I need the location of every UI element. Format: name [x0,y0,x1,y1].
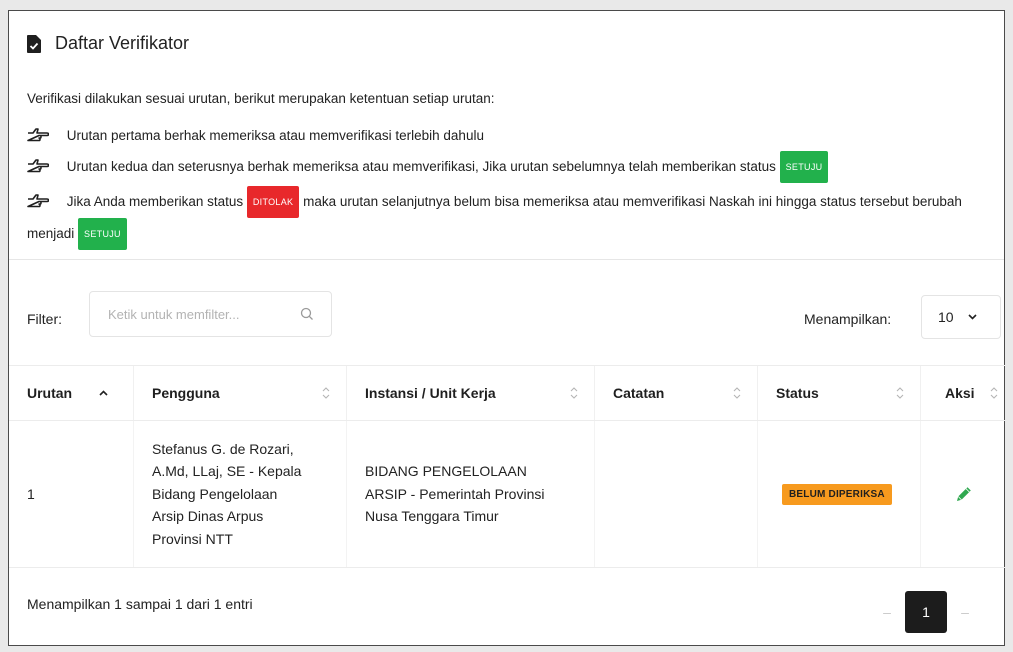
pagination: – 1 – [879,591,973,633]
sort-icon [990,387,998,399]
page-title: Daftar Verifikator [55,33,190,53]
pagination-prev[interactable]: – [879,604,895,620]
setuju-badge: SETUJU [779,151,829,183]
verifikator-table: Urutan Pengguna Instansi / Unit Kerja Ca… [9,365,1006,568]
divider [9,259,1004,260]
rule-item: Jika Anda memberikan status DITOLAK maka… [27,186,992,250]
header-pengguna[interactable]: Pengguna [134,366,347,420]
rule-item: Urutan pertama berhak memeriksa atau mem… [27,123,992,149]
rule-item: Urutan kedua dan seterusnya berhak memer… [27,151,992,183]
page-size-label: Menampilkan: [804,311,892,327]
table-row: 1 Stefanus G. de Rozari, A.Md, LLaj, SE … [9,421,1006,568]
cell-urutan: 1 [9,421,134,567]
rule-text: Jika Anda memberikan status [66,194,244,209]
header-label: Instansi / Unit Kerja [365,385,496,401]
header-aksi[interactable]: Aksi [921,366,1006,420]
cell-instansi: BIDANG PENGELOLAAN ARSIP - Pemerintah Pr… [347,421,595,567]
filter-label: Filter: [27,311,62,327]
header-label: Urutan [27,385,73,401]
header-label: Aksi [945,385,975,401]
ditolak-badge: DITOLAK [246,186,300,218]
header-catatan[interactable]: Catatan [595,366,758,420]
filter-box [89,291,332,337]
table-header: Urutan Pengguna Instansi / Unit Kerja Ca… [9,365,1006,421]
cell-aksi [921,421,1006,567]
header-status[interactable]: Status [758,366,921,420]
pointing-hand-icon [27,194,49,208]
cell-pengguna: Stefanus G. de Rozari, A.Md, LLaj, SE - … [134,421,347,567]
verifikator-card: Daftar Verifikator Verifikasi dilakukan … [8,10,1006,646]
sort-icon [733,387,741,399]
header-urutan[interactable]: Urutan [9,366,134,420]
search-icon[interactable] [300,307,314,321]
status-badge: BELUM DIPERIKSA [782,483,892,505]
rule-text: Urutan kedua dan seterusnya berhak memer… [66,159,776,174]
filter-input[interactable] [108,306,288,322]
header-label: Status [776,385,819,401]
setuju-badge: SETUJU [78,218,127,250]
header-label: Pengguna [152,385,220,401]
cell-catatan [595,421,758,567]
entries-summary: Menampilkan 1 sampai 1 dari 1 entri [27,596,253,612]
edit-pencil-icon[interactable] [954,484,974,504]
chevron-down-icon [968,314,977,320]
pointing-hand-icon [27,128,49,142]
pagination-next[interactable]: – [957,604,973,620]
pointing-hand-icon [27,159,49,173]
page-size-value: 10 [938,309,954,325]
sort-icon [896,387,904,399]
sort-ascending-icon [99,390,108,396]
card-header: Daftar Verifikator [27,33,189,54]
page-size-select[interactable]: 10 [921,295,1001,339]
cell-status: BELUM DIPERIKSA [758,421,921,567]
sort-icon [570,387,578,399]
sort-icon [322,387,330,399]
document-check-icon [27,34,41,53]
rule-text: Urutan pertama berhak memeriksa atau mem… [66,128,484,143]
pagination-current-page[interactable]: 1 [905,591,947,633]
header-instansi[interactable]: Instansi / Unit Kerja [347,366,595,420]
header-label: Catatan [613,385,665,401]
intro-text: Verifikasi dilakukan sesuai urutan, beri… [27,91,495,106]
